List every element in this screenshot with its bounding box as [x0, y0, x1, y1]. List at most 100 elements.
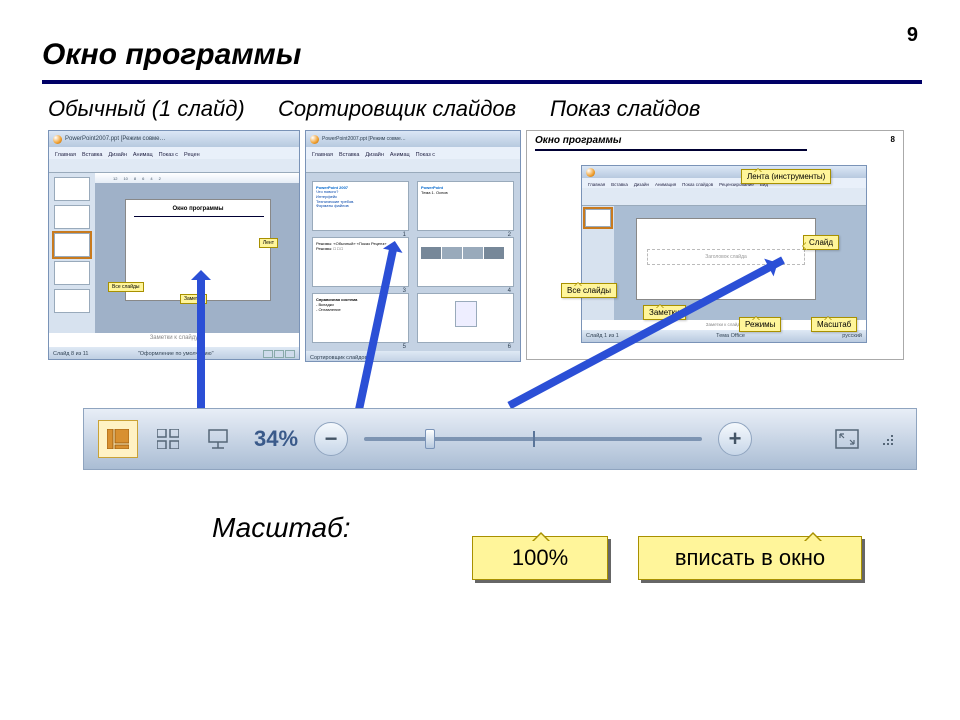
thumb — [54, 261, 90, 285]
page-number: 9 — [907, 24, 918, 47]
titlebar: PowerPoint2007.ppt [Режим совме… — [49, 131, 299, 147]
callout-fit-window: вписать в окно — [638, 536, 862, 580]
sorter-slide: PowerPoint 2007 Что нового? Интерфейс Те… — [312, 181, 409, 231]
mini-slide-title: Окно программы — [126, 206, 270, 212]
sorter-slide: PowerPoint Тема 1. Основ 2 — [417, 181, 514, 231]
tab: Анимац — [388, 151, 412, 159]
office-button-icon — [310, 135, 319, 144]
label-sorter-view: Сортировщик слайдов — [278, 96, 516, 122]
status-lang: русский — [842, 333, 862, 339]
screenshot-sorter-view: PowerPoint2007.ppt [Режим совме… Главная… — [305, 130, 521, 362]
normal-view-icon — [107, 429, 129, 449]
sorter-slide: 6 — [417, 293, 514, 343]
callout-allslides: Все слайды — [561, 283, 617, 298]
callout-zoom: Масштаб — [811, 317, 857, 332]
line: Форматы файлов — [316, 204, 405, 209]
tick: 4 — [150, 176, 152, 181]
notes-pane: Заметки к слайду — [49, 333, 299, 347]
office-button-icon — [53, 135, 62, 144]
zoom-in-button[interactable]: + — [718, 422, 752, 456]
tab: Вставка — [609, 181, 630, 188]
line: Тема 1. Основ — [421, 190, 510, 195]
thumb — [54, 177, 90, 201]
titlebar-caption: PowerPoint2007.ppt [Режим совме… — [322, 136, 406, 142]
callout-ribbon: Лента (инструменты) — [741, 169, 831, 184]
zoom-bar: 34% − + — [83, 408, 917, 470]
mini-rule — [134, 216, 264, 217]
inner-title: Окно программы — [535, 135, 621, 146]
callout-modes: Режимы — [739, 317, 781, 332]
page-title: Окно программы — [42, 38, 301, 72]
label-slideshow: Показ слайдов — [550, 96, 700, 122]
sorter-grid: PowerPoint 2007 Что нового? Интерфейс Те… — [306, 173, 520, 351]
zoom-slider-knob[interactable] — [425, 429, 435, 449]
ribbon-tabs: Главная Вставка Дизайн Анимац Показ с — [306, 147, 520, 159]
callout-zoom-100: 100% — [472, 536, 608, 580]
status-left: Слайд 1 из 1 — [586, 333, 619, 339]
tab: Дизайн — [363, 151, 386, 159]
titlebar-caption: PowerPoint2007.ppt [Режим совме… — [65, 136, 166, 142]
tab: Анимация — [653, 181, 678, 188]
status-theme: Тема Office — [716, 333, 745, 339]
line: - Оглавление — [316, 307, 405, 312]
arrow-to-normal-icon — [197, 278, 205, 418]
status-bar: Сортировщик слайдов — [306, 351, 520, 362]
thumb — [54, 205, 90, 229]
tab: Рецен — [182, 151, 202, 159]
tick: 12 — [113, 176, 117, 181]
view-normal-button[interactable] — [98, 420, 138, 458]
tick: 2 — [159, 176, 161, 181]
fit-to-window-button[interactable] — [832, 424, 862, 454]
view-sorter-button[interactable] — [148, 420, 188, 458]
inner-rule — [535, 149, 807, 151]
thumbnail-panel — [49, 173, 95, 333]
title-rule — [42, 80, 922, 84]
tab: Главная — [586, 181, 607, 188]
sorter-slide: 4 — [417, 237, 514, 287]
scale-label: Масштаб: — [212, 512, 351, 544]
thumb-selected — [54, 233, 90, 257]
ruler: 12 10 8 6 4 2 — [95, 173, 299, 183]
callout-allslides: Все слайды — [108, 282, 144, 292]
zoom-out-button[interactable]: − — [314, 422, 348, 456]
ribbon — [306, 159, 520, 173]
slide-area: Заголовок слайда — [614, 206, 866, 320]
zoom-slider[interactable] — [364, 437, 702, 441]
label-normal-view: Обычный (1 слайд) — [48, 96, 245, 122]
tab: Главная — [310, 151, 335, 159]
screenshot-slideshow: 8 Окно программы Главная Вставка Дизайн … — [526, 130, 904, 360]
status-left: Сортировщик слайдов — [310, 355, 367, 361]
ribbon — [582, 188, 866, 206]
fit-icon — [835, 429, 859, 449]
tab: Показ с — [414, 151, 437, 159]
tab: Вставка — [337, 151, 361, 159]
tab: Анимац — [131, 151, 155, 159]
callout-ribbon: Лент — [259, 238, 278, 248]
tick: 8 — [134, 176, 136, 181]
tab: Дизайн — [106, 151, 129, 159]
tab: Главная — [53, 151, 78, 159]
tab: Вставка — [80, 151, 104, 159]
callout-slide: Слайд — [803, 235, 839, 250]
tab: Дизайн — [632, 181, 651, 188]
thumb-selected — [585, 209, 611, 227]
ribbon-tabs: Главная Вставка Дизайн Анимац Показ с Ре… — [49, 147, 299, 159]
sorter-view-icon — [157, 429, 179, 449]
view-slideshow-button[interactable] — [198, 420, 238, 458]
resize-grip-icon — [872, 424, 902, 454]
slideshow-icon — [207, 428, 229, 450]
sorter-slide: Справочная система - Вкладки - Оглавлени… — [312, 293, 409, 343]
view-buttons — [263, 350, 295, 358]
inner-page-number: 8 — [891, 135, 895, 144]
tick: 6 — [142, 176, 144, 181]
zoom-percent[interactable]: 34% — [254, 426, 298, 452]
status-bar: Слайд 8 из 11 "Оформление по умолчанию" — [49, 347, 299, 360]
screenshot-normal-view: PowerPoint2007.ppt [Режим совме… Главная… — [48, 130, 300, 360]
tick: 10 — [123, 176, 127, 181]
office-button-icon — [586, 168, 595, 177]
tab: Показ с — [157, 151, 180, 159]
ribbon — [49, 159, 299, 173]
status-left: Слайд 8 из 11 — [53, 351, 88, 357]
tab: Показ слайдов — [680, 181, 715, 188]
thumbnail-panel — [582, 206, 614, 320]
